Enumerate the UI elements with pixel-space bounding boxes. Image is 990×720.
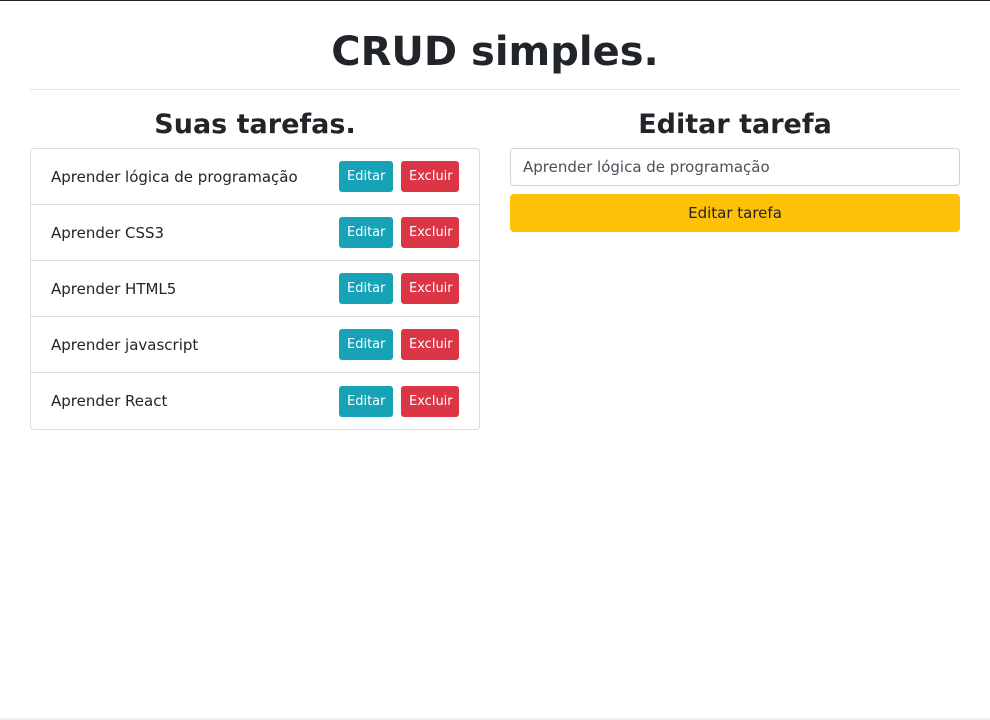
edit-task-button[interactable]: Editar (339, 329, 393, 360)
task-row: Aprender HTML5 Editar Excluir (31, 261, 479, 317)
task-label: Aprender HTML5 (51, 279, 177, 298)
task-row: Aprender CSS3 Editar Excluir (31, 205, 479, 261)
delete-task-button[interactable]: Excluir (401, 273, 459, 304)
delete-task-button[interactable]: Excluir (401, 385, 459, 417)
delete-task-button[interactable]: Excluir (401, 161, 459, 192)
task-label: Aprender React (51, 392, 168, 410)
task-label: Aprender javascript (51, 335, 199, 354)
delete-task-button[interactable]: Excluir (401, 217, 459, 248)
edit-title: Editar tarefa (638, 109, 832, 140)
task-label: Aprender lógica de programação (51, 167, 298, 186)
edit-task-button[interactable]: Editar (339, 273, 393, 304)
edit-panel: Editar tarefa Editar tarefa (510, 105, 960, 232)
task-row: Aprender javascript Editar Excluir (31, 317, 479, 373)
submit-edit-button[interactable]: Editar tarefa (510, 194, 960, 232)
app-page: CRUD simples. Suas tarefas. Aprender lóg… (0, 0, 990, 720)
task-row: Aprender React Editar Excluir (31, 373, 479, 429)
page-title: CRUD simples. (331, 29, 659, 75)
tasks-title: Suas tarefas. (154, 109, 356, 140)
delete-task-button[interactable]: Excluir (401, 329, 459, 360)
title-divider (30, 89, 960, 90)
edit-task-button[interactable]: Editar (339, 161, 393, 192)
tasks-panel: Suas tarefas. Aprender lógica de program… (30, 105, 480, 430)
task-list: Aprender lógica de programação Editar Ex… (30, 148, 480, 430)
edit-task-input[interactable] (510, 148, 960, 186)
task-label: Aprender CSS3 (51, 223, 165, 242)
edit-task-button[interactable]: Editar (339, 385, 393, 417)
edit-task-button[interactable]: Editar (339, 217, 393, 248)
task-row: Aprender lógica de programação Editar Ex… (31, 149, 479, 205)
